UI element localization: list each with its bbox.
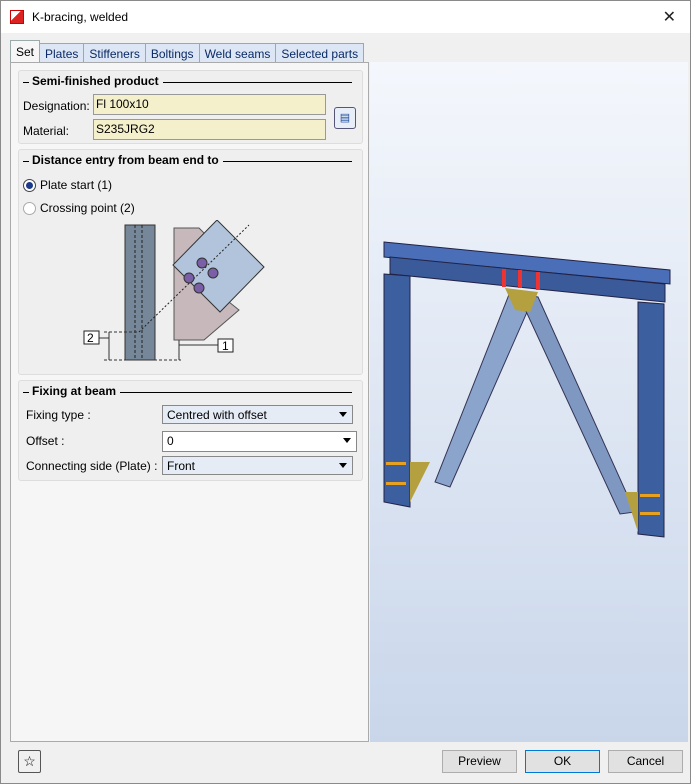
- offset-label: Offset :: [26, 434, 65, 448]
- group-heading: Semi-finished product: [19, 74, 362, 90]
- tab-selected-parts[interactable]: Selected parts: [275, 43, 365, 64]
- 3d-preview[interactable]: [370, 62, 688, 742]
- star-icon: ☆: [23, 753, 36, 769]
- offset-input[interactable]: 0: [162, 431, 357, 452]
- window-title: K-bracing, welded: [32, 10, 129, 24]
- tab-stiffeners[interactable]: Stiffeners: [83, 43, 146, 64]
- catalog-button[interactable]: ▤: [334, 107, 356, 129]
- connecting-side-select[interactable]: Front: [162, 456, 353, 475]
- preview-button[interactable]: Preview: [442, 750, 517, 773]
- radio-button[interactable]: [23, 178, 36, 192]
- radio-label: Crossing point (2): [40, 201, 135, 215]
- k-bracing-model: [383, 241, 671, 538]
- tab-set[interactable]: Set: [10, 40, 41, 64]
- heading-text: Fixing at beam: [32, 384, 121, 398]
- connecting-side-label: Connecting side (Plate) :: [26, 459, 158, 473]
- radio-crossing-point[interactable]: Crossing point (2): [23, 201, 135, 215]
- title-bar: K-bracing, welded ✕: [1, 1, 690, 33]
- catalog-icon: ▤: [339, 112, 351, 124]
- radio-button[interactable]: [23, 201, 36, 215]
- heading-text: Distance entry from beam end to: [32, 153, 223, 167]
- label-1: 1: [222, 339, 229, 353]
- label-2: 2: [87, 331, 94, 345]
- radio-label: Plate start (1): [40, 178, 113, 192]
- fixing-type-label: Fixing type :: [26, 408, 91, 422]
- radio-plate-start[interactable]: Plate start (1): [23, 178, 112, 192]
- tab-plates[interactable]: Plates: [39, 43, 85, 64]
- set-panel: Semi-finished product Designation: Fl 10…: [10, 62, 369, 742]
- app-icon: [10, 10, 24, 24]
- material-field[interactable]: S235JRG2: [93, 119, 326, 140]
- fixing-group: Fixing at beam Fixing type : Centred wit…: [18, 380, 363, 481]
- fixing-type-select[interactable]: Centred with offset: [162, 405, 353, 424]
- dialog-window: K-bracing, welded ✕ Set Plates Stiffener…: [0, 0, 691, 784]
- material-label: Material:: [23, 124, 70, 138]
- group-heading: Fixing at beam: [19, 384, 362, 400]
- semi-finished-group: Semi-finished product Designation: Fl 10…: [18, 70, 363, 144]
- tab-bar: Set Plates Stiffeners Boltings Weld seam…: [10, 40, 365, 64]
- tab-boltings[interactable]: Boltings: [144, 43, 200, 64]
- distance-group: Distance entry from beam end to Plate st…: [18, 149, 363, 375]
- close-icon[interactable]: ✕: [663, 7, 676, 27]
- favorites-button[interactable]: ☆: [18, 750, 41, 773]
- heading-text: Semi-finished product: [32, 74, 163, 88]
- tab-weld-seams[interactable]: Weld seams: [198, 43, 277, 64]
- designation-label: Designation:: [23, 99, 90, 113]
- group-heading: Distance entry from beam end to: [19, 153, 362, 169]
- ok-button[interactable]: OK: [525, 750, 600, 773]
- cancel-button[interactable]: Cancel: [608, 750, 683, 773]
- designation-field[interactable]: Fl 100x10: [93, 94, 326, 115]
- distance-diagram: 2 1: [83, 220, 265, 361]
